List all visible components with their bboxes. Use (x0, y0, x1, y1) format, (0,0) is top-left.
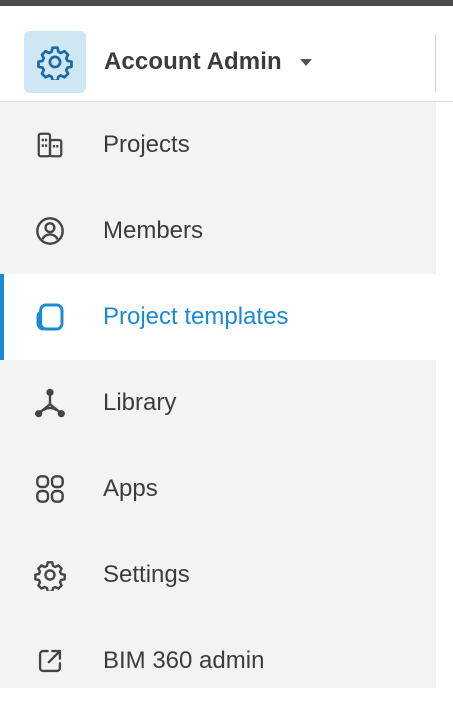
sidebar-item-label: Project templates (103, 303, 289, 330)
account-switcher[interactable]: Account Admin (24, 31, 312, 93)
user-circle-icon (32, 213, 68, 249)
gear-icon (37, 46, 73, 80)
gear-icon (32, 557, 68, 593)
building-icon (32, 127, 68, 163)
sidebar-item-label: Settings (103, 561, 190, 588)
caret-down-icon[interactable] (299, 58, 312, 66)
apps-grid-icon (32, 471, 68, 507)
header-vertical-divider (435, 34, 436, 92)
sidebar-nav: Projects Members Project templates Libra… (0, 102, 436, 688)
sidebar-item-label: BIM 360 admin (103, 647, 265, 674)
sidebar-item-projects[interactable]: Projects (0, 102, 436, 188)
external-link-icon (32, 643, 68, 679)
sidebar-item-project-templates[interactable]: Project templates (0, 274, 436, 360)
sidebar-item-members[interactable]: Members (0, 188, 436, 274)
sidebar-item-apps[interactable]: Apps (0, 446, 436, 532)
sidebar-item-label: Members (103, 217, 204, 244)
sidebar-header: Account Admin (0, 6, 453, 102)
sidebar-item-label: Apps (103, 475, 158, 502)
network-node-icon (32, 385, 68, 421)
active-indicator (0, 274, 4, 360)
sidebar-item-settings[interactable]: Settings (0, 532, 436, 618)
sidebar-item-bim360-admin[interactable]: BIM 360 admin (0, 618, 436, 704)
account-title: Account Admin (104, 48, 282, 75)
sidebar-item-library[interactable]: Library (0, 360, 436, 446)
sidebar-item-label: Library (103, 389, 177, 416)
document-copy-icon (32, 299, 68, 335)
app-icon-tile (24, 31, 86, 93)
sidebar-item-label: Projects (103, 131, 190, 158)
